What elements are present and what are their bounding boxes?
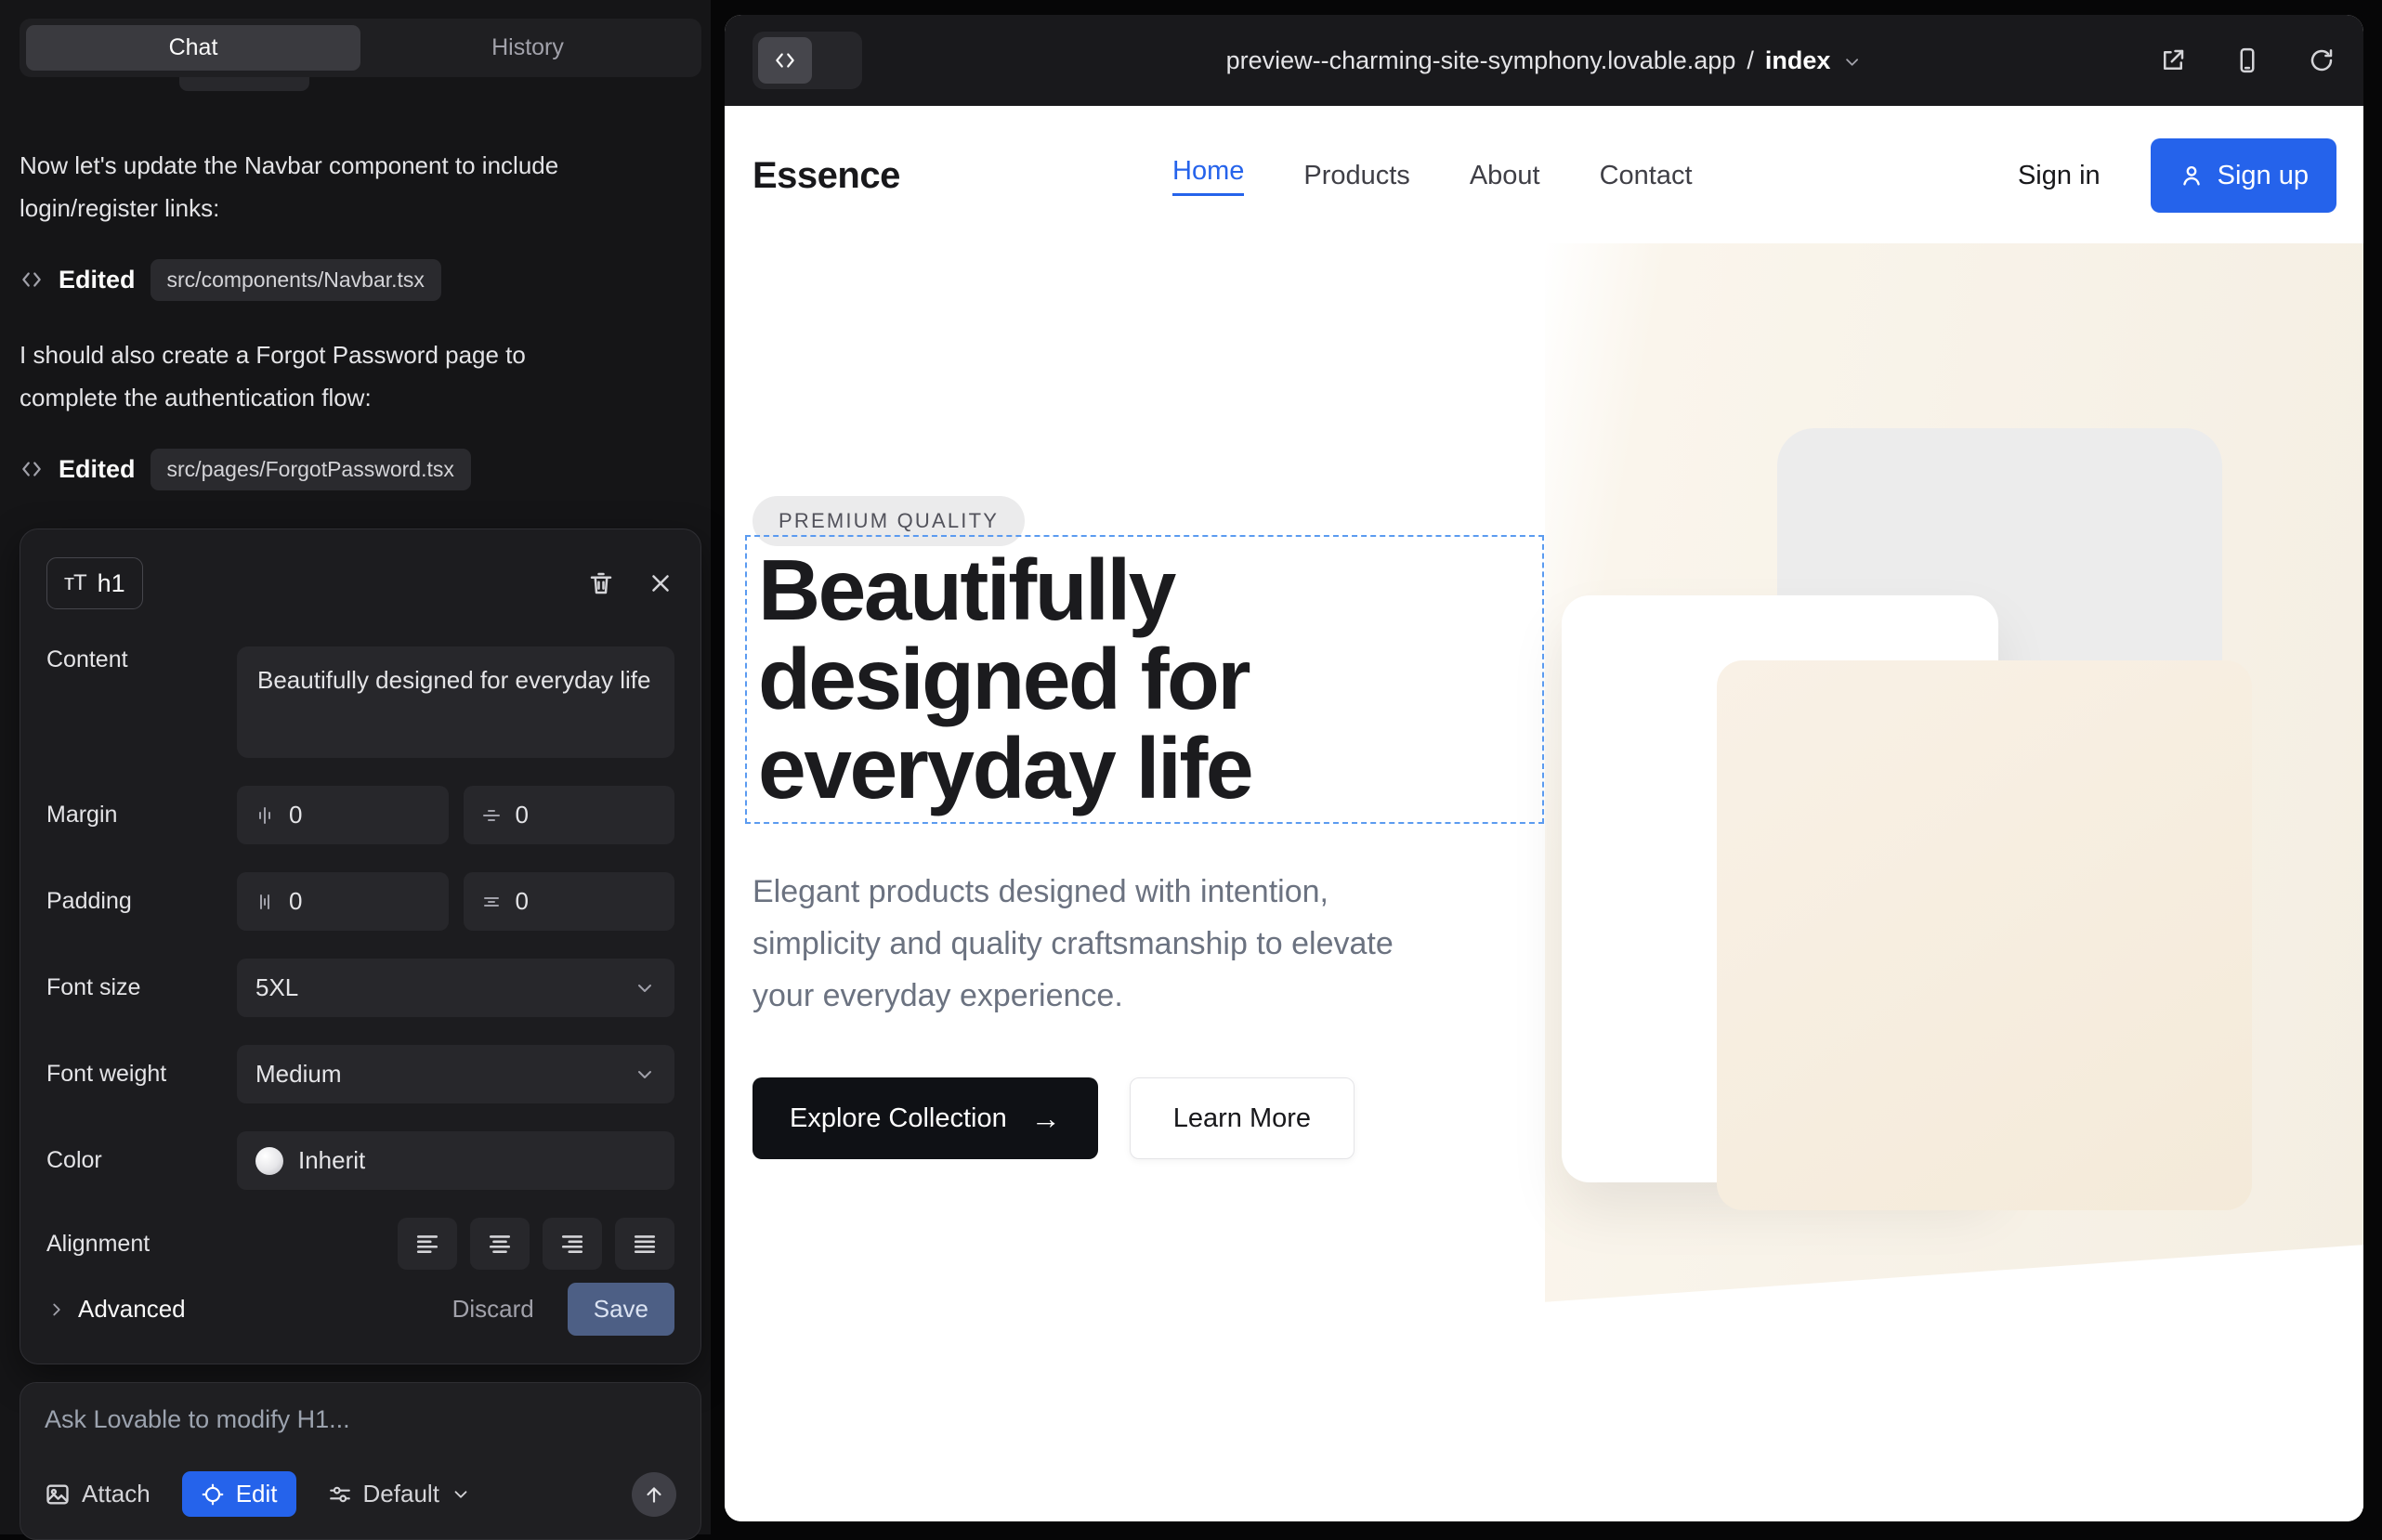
hero-paragraph: Elegant products designed with intention…: [753, 866, 1394, 1022]
chat-composer: Attach Edit Default: [20, 1382, 701, 1540]
file-badge[interactable]: src/components/Navbar.tsx: [151, 259, 441, 301]
alignment-label: Alignment: [46, 1231, 237, 1258]
selected-element-pill[interactable]: тT h1: [46, 557, 143, 609]
margin-vertical-icon: [254, 804, 276, 827]
chat-history-tabs: Chat History: [20, 19, 701, 77]
site-navbar: Essence Home Products About Contact Sign…: [725, 106, 2363, 245]
site-logo[interactable]: Essence: [753, 106, 900, 245]
chevron-down-icon: [1841, 52, 1862, 72]
element-editor-panel: тT h1 Content Beautifully designed for e…: [20, 529, 701, 1364]
tab-chat[interactable]: Chat: [26, 25, 360, 71]
typography-icon: тT: [64, 570, 86, 596]
nav-link-about[interactable]: About: [1470, 161, 1540, 191]
nav-link-contact[interactable]: Contact: [1600, 161, 1693, 191]
nav-link-home[interactable]: Home: [1172, 156, 1244, 196]
preview-browser-frame: preview--charming-site-symphony.lovable.…: [725, 15, 2363, 1521]
chevron-down-icon: [634, 977, 656, 999]
preview-host: preview--charming-site-symphony.lovable.…: [1226, 46, 1736, 75]
font-size-select[interactable]: 5XL: [237, 959, 674, 1017]
content-textarea[interactable]: Beautifully designed for everyday life: [237, 646, 674, 758]
sliders-icon: [328, 1482, 352, 1507]
code-icon: [20, 268, 44, 292]
chevron-down-icon: [451, 1484, 471, 1505]
target-icon: [201, 1482, 225, 1507]
tab-history[interactable]: History: [360, 25, 695, 71]
signup-button[interactable]: Sign up: [2151, 138, 2336, 213]
url-separator: /: [1747, 46, 1754, 75]
edit-mode-button[interactable]: Edit: [182, 1471, 296, 1517]
nav-link-products[interactable]: Products: [1303, 161, 1409, 191]
content-label: Content: [46, 646, 237, 673]
send-button[interactable]: [632, 1472, 676, 1517]
padding-label: Padding: [46, 888, 237, 915]
model-default-button[interactable]: Default: [328, 1480, 471, 1508]
chat-message: I should also create a Forgot Password p…: [20, 333, 596, 419]
site-auth-controls: Sign in Sign up: [2018, 106, 2336, 245]
save-button[interactable]: Save: [568, 1283, 674, 1336]
image-icon: [45, 1481, 71, 1507]
align-left-button[interactable]: [398, 1218, 457, 1270]
edited-file-row: Edited src/pages/ForgotPassword.tsx: [20, 445, 701, 493]
delete-element-button[interactable]: [587, 569, 615, 597]
attach-button[interactable]: Attach: [45, 1480, 151, 1508]
margin-horizontal-icon: [480, 804, 503, 827]
close-editor-button[interactable]: [647, 569, 674, 597]
color-swatch: [255, 1147, 283, 1175]
margin-label: Margin: [46, 802, 237, 829]
edited-label: Edited: [59, 266, 136, 294]
code-icon: [20, 457, 44, 481]
chevron-right-icon: [46, 1299, 67, 1320]
color-select[interactable]: Inherit: [237, 1131, 674, 1190]
font-weight-select[interactable]: Medium: [237, 1045, 674, 1103]
site-nav-links: Home Products About Contact: [1172, 106, 1693, 245]
hero-cream-shape: [1717, 660, 2252, 1210]
browser-toolbar: preview--charming-site-symphony.lovable.…: [725, 15, 2363, 106]
learn-more-button[interactable]: Learn More: [1130, 1077, 1355, 1159]
composer-input[interactable]: [45, 1405, 676, 1434]
code-view-button[interactable]: [758, 37, 812, 84]
hero-cta-group: Explore Collection → Learn More: [753, 1077, 1355, 1159]
margin-vertical-input[interactable]: 0: [237, 786, 449, 844]
site-preview: Essence Home Products About Contact Sign…: [725, 106, 2363, 1521]
edited-file-row: Edited src/components/Navbar.tsx: [20, 255, 701, 304]
refresh-button[interactable]: [2308, 46, 2336, 74]
chevron-down-icon: [634, 1064, 656, 1086]
explore-collection-button[interactable]: Explore Collection →: [753, 1077, 1098, 1159]
padding-horizontal-icon: [480, 891, 503, 913]
font-size-label: Font size: [46, 974, 237, 1001]
element-tag-label: h1: [98, 569, 125, 598]
code-preview-toggle: [753, 32, 862, 89]
color-label: Color: [46, 1147, 237, 1174]
discard-button[interactable]: Discard: [452, 1295, 534, 1324]
edited-label: Edited: [59, 455, 136, 484]
font-weight-label: Font weight: [46, 1061, 237, 1088]
user-icon: [2179, 163, 2205, 189]
preview-page: index: [1765, 46, 1831, 75]
open-in-new-tab-button[interactable]: [2159, 46, 2187, 74]
hero-diagonal-edge: [1461, 1238, 2363, 1521]
align-center-button[interactable]: [470, 1218, 530, 1270]
file-badge[interactable]: src/pages/ForgotPassword.tsx: [151, 449, 471, 490]
mobile-view-button[interactable]: [2233, 46, 2261, 74]
padding-vertical-input[interactable]: 0: [237, 872, 449, 931]
padding-horizontal-input[interactable]: 0: [464, 872, 675, 931]
align-justify-button[interactable]: [615, 1218, 674, 1270]
selected-h1-outline[interactable]: Beautifully designed for everyday life: [745, 535, 1544, 824]
margin-horizontal-input[interactable]: 0: [464, 786, 675, 844]
chat-message: Now let's update the Navbar component to…: [20, 144, 596, 229]
arrow-right-icon: →: [1031, 1102, 1061, 1136]
advanced-toggle[interactable]: Advanced: [46, 1295, 186, 1324]
hero-heading[interactable]: Beautifully designed for everyday life: [758, 546, 1531, 813]
align-right-button[interactable]: [543, 1218, 602, 1270]
url-bar[interactable]: preview--charming-site-symphony.lovable.…: [1226, 15, 1863, 106]
signin-link[interactable]: Sign in: [2018, 161, 2101, 191]
padding-vertical-icon: [254, 891, 276, 913]
lovable-chat-panel: Chat History Now let's update the Navbar…: [0, 0, 711, 1534]
